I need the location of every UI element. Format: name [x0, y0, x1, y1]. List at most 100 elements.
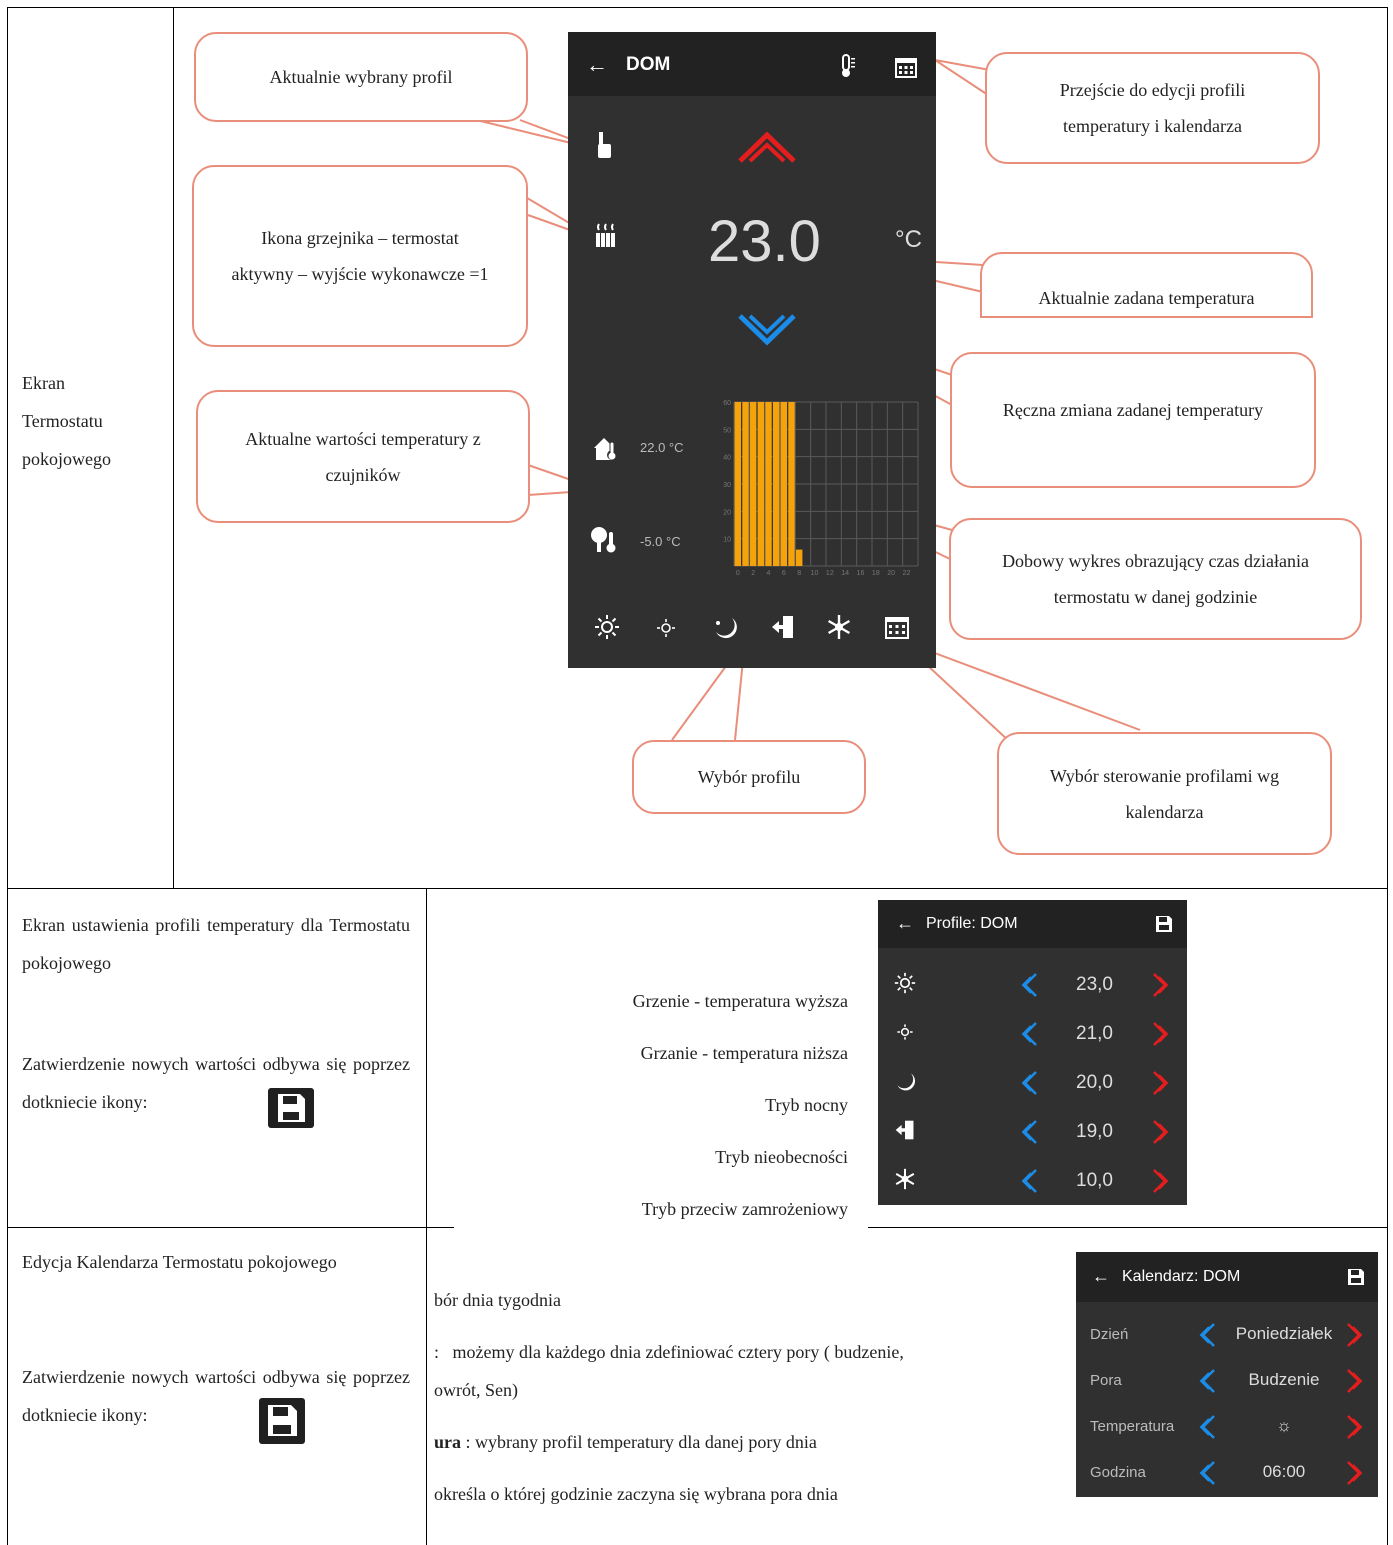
increase-button[interactable]	[1150, 972, 1170, 1003]
profile-temperature-value: 21,0	[1076, 1023, 1113, 1044]
increase-button[interactable]	[1150, 1168, 1170, 1199]
snowflake-icon	[894, 1168, 916, 1195]
callout-sensor-values: Aktualne wartości temperatury z czujnikó…	[196, 390, 530, 523]
save-icon[interactable]	[1346, 1267, 1366, 1287]
decrease-button[interactable]	[1020, 1021, 1040, 1052]
x-tick-label: 2	[751, 570, 755, 577]
x-tick-label: 16	[857, 570, 865, 577]
y-tick-label: 60	[723, 400, 731, 407]
profile-label: Tryb nieobecności	[715, 1147, 848, 1167]
app-bar	[878, 900, 1187, 948]
calendar-row-label: Godzina	[1090, 1464, 1146, 1481]
calendar-field-pora-desc-2: owrót, Sen)	[434, 1380, 518, 1400]
profile-sun-high-icon[interactable]	[594, 614, 620, 640]
calendar-description: Edycja Kalendarza Termostatu pokojowego	[22, 1252, 337, 1272]
profile-temperature-value: 10,0	[1076, 1170, 1113, 1191]
y-tick-label: 20	[723, 509, 731, 516]
thermometer-icon[interactable]	[840, 54, 856, 78]
x-tick-label: 18	[872, 570, 880, 577]
chart-bar	[742, 402, 749, 566]
profiles-screen: ← Profile: DOM 23,0 21,0 20,0 19,0 10,0	[878, 900, 1187, 1205]
screen-title: Kalendarz: DOM	[1122, 1268, 1241, 1285]
profile-row: 10,0	[878, 1166, 1187, 1196]
back-arrow-icon[interactable]: ←	[1092, 1266, 1110, 1287]
profile-calendar-icon[interactable]	[884, 614, 910, 640]
callout-set-temperature: Aktualnie zadana temperatura	[980, 252, 1313, 318]
moon-icon	[894, 1070, 916, 1097]
profiles-description: Ekran ustawienia profili temperatury dla…	[22, 915, 410, 973]
decrease-button[interactable]	[1020, 1119, 1040, 1150]
decrease-button[interactable]	[1020, 1070, 1040, 1101]
increase-button[interactable]	[1150, 1070, 1170, 1101]
back-arrow-icon[interactable]: ←	[586, 52, 608, 78]
next-button[interactable]	[1344, 1414, 1364, 1445]
x-tick-label: 8	[797, 570, 801, 577]
temperature-down-button[interactable]	[736, 312, 798, 348]
outdoor-temperature: -5.0 °C	[640, 534, 681, 549]
next-button[interactable]	[1344, 1460, 1364, 1491]
previous-button[interactable]	[1198, 1414, 1218, 1445]
thermostat-screen: ← DOM 23.0 °C 22.0 °C -5.0 °C 10 20 30 40 50…	[568, 32, 936, 668]
temperature-up-button[interactable]	[736, 129, 798, 165]
profile-door-exit-icon[interactable]	[770, 614, 796, 640]
increase-button[interactable]	[1150, 1021, 1170, 1052]
profile-temperature-value: 20,0	[1076, 1072, 1113, 1093]
calendar-field-day-desc: bór dnia tygodnia	[434, 1290, 561, 1310]
save-icon[interactable]	[1154, 914, 1174, 934]
chart-bar	[734, 402, 742, 566]
app-bar	[568, 32, 936, 96]
calendar-icon[interactable]	[894, 55, 918, 79]
calendar-row: Godzina 06:00	[1076, 1458, 1378, 1488]
decrease-button[interactable]	[1020, 972, 1040, 1003]
callout-profile-select: Wybór profilu	[632, 740, 866, 814]
chart-bar	[772, 402, 780, 566]
callout-current-profile: Aktualnie wybrany profil	[194, 32, 528, 122]
callout-calendar-select: Wybór sterowanie profilami wg kalendarza	[997, 732, 1332, 855]
next-button[interactable]	[1344, 1368, 1364, 1399]
y-tick-label: 40	[723, 455, 731, 462]
next-button[interactable]	[1344, 1322, 1364, 1353]
profile-temperature-value: 23,0	[1076, 974, 1113, 995]
decrease-button[interactable]	[1020, 1168, 1040, 1199]
calendar-row-label: Dzień	[1090, 1326, 1129, 1343]
indoor-temperature: 22.0 °C	[640, 440, 684, 455]
profile-label: Grzenie - temperatura wyższa	[632, 991, 848, 1011]
chart-bar	[788, 402, 795, 566]
y-tick-label: 10	[723, 537, 731, 544]
previous-button[interactable]	[1198, 1322, 1218, 1353]
profile-sun-low-icon[interactable]	[656, 618, 676, 638]
back-arrow-icon[interactable]: ←	[896, 913, 914, 934]
increase-button[interactable]	[1150, 1119, 1170, 1150]
profile-moon-icon[interactable]	[712, 614, 738, 640]
x-tick-label: 10	[811, 570, 819, 577]
calendar-row-value: Budzenie	[1248, 1370, 1320, 1389]
profile-snowflake-icon[interactable]	[826, 614, 852, 640]
y-tick-label: 50	[723, 427, 731, 434]
screen-title: DOM	[626, 54, 671, 75]
profile-temperature-value: 19,0	[1076, 1121, 1113, 1142]
sun-high-icon	[894, 972, 916, 999]
previous-button[interactable]	[1198, 1368, 1218, 1399]
previous-button[interactable]	[1198, 1460, 1218, 1491]
calendar-row: Temperatura ☼	[1076, 1412, 1378, 1442]
callout-heater-icon: Ikona grzejnika – termostat aktywny – wy…	[192, 165, 528, 347]
callout-daily-chart: Dobowy wykres obrazujący czas działania …	[949, 518, 1362, 640]
chart-bar	[795, 549, 803, 566]
chart-bar	[757, 402, 765, 566]
callout-edit-profiles: Przejście do edycji profili temperatury …	[985, 52, 1320, 164]
x-tick-label: 4	[767, 570, 771, 577]
set-temperature-value: 23.0	[708, 209, 821, 274]
house-thermometer-icon	[594, 438, 617, 460]
calendar-row-label: Pora	[1090, 1372, 1122, 1389]
profile-row: 19,0	[878, 1117, 1187, 1147]
x-tick-label: 12	[826, 570, 834, 577]
calendar-row-value: 06:00	[1262, 1462, 1306, 1481]
profile-label: Tryb przeciw zamrożeniowy	[641, 1199, 848, 1219]
floppy-disk-icon	[259, 1398, 305, 1444]
calendar-row-value: ☼	[1276, 1416, 1292, 1435]
x-tick-label: 0	[736, 570, 740, 577]
calendar-screen: ← Kalendarz: DOM Dzień Poniedziałek Pora Bu…	[1076, 1252, 1378, 1497]
calendar-row-value: Poniedziałek	[1235, 1324, 1333, 1343]
callout-manual-change: Ręczna zmiana zadanej temperatury	[950, 352, 1316, 488]
calendar-row-label: Temperatura	[1090, 1418, 1175, 1435]
